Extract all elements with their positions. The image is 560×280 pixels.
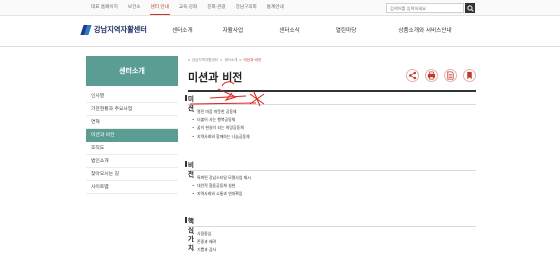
mission-list: 열린 마음 따뜻한 공동체 더불어 사는 행복공동체 꿈이 현실이 되는 희망공… [192, 108, 250, 141]
breadcrumb: ⌂ 강남지역자활센터 > 센터소개 > 미션과 비전 [188, 56, 476, 64]
page-tools [406, 69, 476, 82]
sidebar-item-corporation[interactable]: 법인소개 [86, 155, 178, 168]
mission-item: 꿈이 현실이 되는 희망공동체 [192, 124, 250, 132]
breadcrumb-home[interactable]: 강남지역자활센터 [192, 58, 218, 63]
nav-open-forum[interactable]: 열린마당 [336, 26, 357, 34]
top-link-list: 대표 홈페이지 보건소 센터 안내 교육·강좌 문화·관광 강남구의회 통계안내 [86, 3, 289, 15]
page-title-row: 미션과 비전 [188, 64, 476, 92]
sidebar-item-org-chart[interactable]: 조직도 [86, 142, 178, 155]
section-divider [188, 170, 476, 171]
breadcrumb-section[interactable]: 센터소개 [224, 58, 237, 63]
breadcrumb-current: 미션과 비전 [243, 57, 262, 62]
search-button[interactable] [465, 3, 475, 13]
sidebar-title: 센터소개 [86, 56, 178, 86]
top-link-health-center[interactable]: 보건소 [123, 3, 146, 13]
page-title: 미션과 비전 [188, 71, 243, 84]
sidebar-item-sitemap[interactable]: 사이트맵 [86, 181, 178, 194]
top-link-main-homepage[interactable]: 대표 홈페이지 [86, 3, 123, 13]
sidebar-item-directions[interactable]: 찾아오시는 길 [86, 168, 178, 181]
mission-item: 더불어 사는 행복공동체 [192, 116, 250, 124]
core-values-list: 사람중심 존중과 배려 기쁨과 감사 [192, 230, 216, 255]
nav-products-services[interactable]: 상품소개와 서비스안내 [398, 26, 451, 34]
site-logo[interactable]: 강남지역자활센터 [80, 25, 147, 35]
sidebar-item-history[interactable]: 연혁 [86, 116, 178, 129]
sidebar: 센터소개 인사말 기관현황과 주요사업 연혁 미션과 비전 조직도 법인소개 찾… [86, 56, 178, 194]
breadcrumb-separator: > [219, 58, 223, 62]
sidebar-item-mission-vision[interactable]: 미션과 비전 [86, 129, 178, 142]
top-link-education[interactable]: 교육·강좌 [174, 3, 202, 13]
search-input[interactable] [386, 3, 464, 13]
mission-item: 지역사회와 함께하는 나눔공동체 [192, 133, 250, 141]
bookmark-icon[interactable] [463, 69, 476, 82]
top-link-district-council[interactable]: 강남구의회 [231, 3, 262, 13]
logo-mark-icon [80, 25, 92, 35]
main-content: ⌂ 강남지역자활센터 > 센터소개 > 미션과 비전 미션과 비전 미션 열린 [185, 56, 476, 252]
nav-self-support-business[interactable]: 자활사업 [223, 26, 244, 34]
top-utility-bar: 대표 홈페이지 보건소 센터 안내 교육·강좌 문화·관광 강남구의회 통계안내 [0, 0, 560, 16]
nav-center-news[interactable]: 센터소식 [279, 26, 300, 34]
mission-item: 열린 마음 따뜻한 공동체 [192, 108, 250, 116]
nav-center-intro[interactable]: 센터소개 [172, 26, 193, 34]
share-icon[interactable] [406, 69, 419, 82]
core-value-item: 존중과 배려 [192, 238, 216, 246]
sidebar-item-greeting[interactable]: 인사말 [86, 90, 178, 103]
section-divider [188, 104, 476, 105]
core-value-item: 기쁨과 감사 [192, 246, 216, 254]
section-divider [188, 226, 476, 227]
vision-item: 대안적 협동공동체 실현 [192, 182, 251, 190]
breadcrumb-separator: > [238, 58, 242, 62]
top-link-culture-tourism[interactable]: 문화·관광 [202, 3, 230, 13]
top-link-statistics[interactable]: 통계안내 [262, 3, 289, 13]
vision-item: 지역사회와 소통과 연대확립 [192, 190, 251, 198]
sidebar-menu: 인사말 기관현황과 주요사업 연혁 미션과 비전 조직도 법인소개 찾아오시는 … [86, 90, 178, 194]
main-header: 강남지역자활센터 센터소개 자활사업 센터소식 열린마당 상품소개와 서비스안내 [0, 17, 560, 47]
global-nav: 센터소개 자활사업 센터소식 열린마당 상품소개와 서비스안내 [172, 26, 452, 34]
vision-list: 특화된 강남스타일 모델사업 제시 대안적 협동공동체 실현 지역사회와 소통과… [192, 174, 251, 199]
logo-text: 강남지역자활센터 [94, 25, 147, 34]
search-icon [466, 4, 474, 12]
core-value-item: 사람중심 [192, 230, 216, 238]
vision-item: 특화된 강남스타일 모델사업 제시 [192, 174, 251, 182]
document-icon[interactable] [444, 69, 457, 82]
print-icon[interactable] [425, 69, 438, 82]
home-icon[interactable]: ⌂ [188, 58, 190, 62]
sidebar-item-organization-status[interactable]: 기관현황과 주요사업 [86, 103, 178, 116]
top-link-center-info[interactable]: 센터 안내 [146, 3, 174, 15]
